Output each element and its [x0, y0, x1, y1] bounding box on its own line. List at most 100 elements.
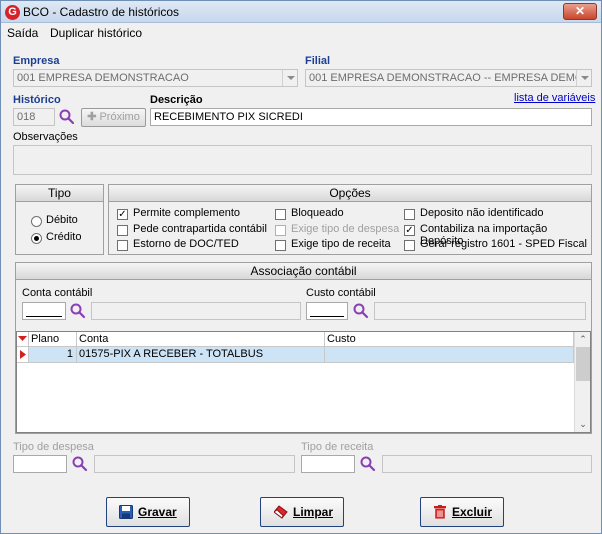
cell-plano[interactable]: 1 [29, 347, 77, 363]
field-underline [310, 316, 344, 317]
tipo-despesa-search-icon[interactable] [72, 456, 88, 472]
tipo-receita-search-icon[interactable] [360, 456, 376, 472]
tipo-receita-description-field [382, 455, 592, 473]
custo-contabil-label: Custo contábil [306, 287, 376, 299]
save-label: Gravar [138, 505, 177, 519]
delete-button[interactable]: Excluir [420, 497, 504, 527]
descricao-label: Descrição [150, 94, 203, 106]
observacoes-field[interactable] [13, 145, 592, 175]
filial-label: Filial [305, 55, 331, 67]
grid-corner[interactable] [17, 332, 29, 347]
debito-radio[interactable] [31, 216, 42, 227]
credito-radio[interactable] [31, 233, 42, 244]
gerar-registro-1601-checkbox[interactable] [404, 240, 415, 251]
descricao-input[interactable]: RECEBIMENTO PIX SICREDI [150, 108, 592, 126]
observacoes-label: Observações [13, 131, 78, 143]
tipo-despesa-code-input[interactable] [13, 455, 67, 473]
column-header-conta[interactable]: Conta [77, 332, 325, 347]
column-header-custo[interactable]: Custo [325, 332, 574, 347]
credito-label: Crédito [46, 231, 82, 243]
eraser-icon [274, 505, 288, 519]
associacao-title: Associação contábil [16, 263, 591, 280]
scroll-up-icon[interactable]: ⌃ [575, 332, 591, 346]
opcoes-group: Opções ✓ Permite complemento Pede contra… [108, 184, 592, 255]
delete-label: Excluir [452, 505, 493, 519]
estorno-doc-ted-checkbox[interactable] [117, 240, 128, 251]
gerar-registro-1601-label: Gerar registro 1601 - SPED Fiscal [420, 238, 587, 250]
historico-code-value: 018 [17, 111, 36, 123]
filial-dropdown-arrow-icon[interactable] [576, 70, 591, 86]
column-header-plano[interactable]: Plano [29, 332, 77, 347]
grid-scrollbar[interactable]: ⌃ ⌄ [574, 332, 590, 432]
historico-label: Histórico [13, 94, 61, 106]
row-indicator[interactable] [17, 347, 29, 363]
pede-contrapartida-label: Pede contrapartida contábil [133, 223, 267, 235]
custo-contabil-code-input[interactable] [306, 302, 348, 320]
deposito-nao-identificado-checkbox[interactable] [404, 209, 415, 220]
variables-list-link[interactable]: lista de variáveis [514, 92, 595, 104]
filial-select[interactable]: 001 EMPRESA DEMONSTRACAO -- EMPRESA DEMO… [305, 69, 592, 87]
save-button[interactable]: Gravar [106, 497, 190, 527]
cell-conta[interactable]: 01575-PIX A RECEBER - TOTALBUS [77, 347, 325, 363]
historico-search-icon[interactable] [59, 109, 75, 125]
clear-label: Limpar [293, 505, 334, 519]
clear-button[interactable]: Limpar [260, 497, 344, 527]
check-mark-icon: ✓ [118, 209, 127, 220]
empresa-select[interactable]: 001 EMPRESA DEMONSTRACAO [13, 69, 298, 87]
conta-contabil-code-input[interactable] [22, 302, 66, 320]
debito-label: Débito [46, 214, 78, 226]
next-label: Próximo [99, 111, 140, 123]
cell-custo[interactable] [325, 347, 574, 363]
historico-code-field[interactable]: 018 [13, 108, 55, 126]
tipo-title: Tipo [16, 185, 103, 202]
tipo-receita-code-input[interactable] [301, 455, 355, 473]
exige-tipo-receita-label: Exige tipo de receita [291, 238, 391, 250]
permite-complemento-checkbox[interactable]: ✓ [117, 209, 128, 220]
exige-tipo-receita-checkbox[interactable] [275, 240, 286, 251]
app-logo-icon: G [5, 5, 20, 20]
bloqueado-checkbox[interactable] [275, 209, 286, 220]
close-button[interactable]: ✕ [563, 3, 597, 20]
contabiliza-importacao-checkbox[interactable]: ✓ [404, 225, 415, 236]
conta-contabil-description-field [91, 302, 301, 320]
next-plus-icon: ✚ [87, 111, 97, 123]
empresa-label: Empresa [13, 55, 60, 67]
custo-search-icon[interactable] [353, 303, 369, 319]
menu-bar: Saída Duplicar histórico [1, 23, 601, 43]
empresa-value: 001 EMPRESA DEMONSTRACAO [17, 72, 189, 84]
filial-value: 001 EMPRESA DEMONSTRACAO -- EMPRESA DEMO… [309, 72, 592, 84]
menu-duplicar-historico[interactable]: Duplicar histórico [50, 26, 142, 40]
exige-tipo-despesa-label: Exige tipo de despesa [291, 223, 400, 235]
associacao-grid[interactable]: Plano Conta Custo 1 01575-PIX A RECEBER … [16, 331, 591, 433]
permite-complemento-label: Permite complemento [133, 207, 240, 219]
window-title: BCO - Cadastro de históricos [23, 5, 180, 19]
pede-contrapartida-checkbox[interactable] [117, 225, 128, 236]
exige-tipo-despesa-checkbox[interactable] [275, 225, 286, 236]
deposito-nao-identificado-label: Deposito não identificado [420, 207, 544, 219]
descricao-value: RECEBIMENTO PIX SICREDI [154, 111, 303, 123]
tipo-group: Tipo Débito Crédito [15, 184, 104, 255]
window: G BCO - Cadastro de históricos ✕ Saída D… [0, 0, 602, 534]
tipo-despesa-description-field [94, 455, 295, 473]
check-mark-icon: ✓ [405, 225, 414, 236]
associacao-group: Associação contábil Conta contábil Custo… [15, 262, 592, 434]
tipo-receita-label: Tipo de receita [301, 441, 374, 453]
current-row-arrow-icon [20, 350, 26, 359]
conta-contabil-label: Conta contábil [22, 287, 93, 299]
menu-saida[interactable]: Saída [7, 26, 38, 40]
bloqueado-label: Bloqueado [291, 207, 344, 219]
scroll-thumb[interactable] [576, 347, 590, 381]
field-underline [26, 316, 62, 317]
scroll-down-icon[interactable]: ⌄ [575, 417, 591, 431]
sort-down-icon [18, 336, 27, 341]
opcoes-title: Opções [109, 185, 591, 202]
next-button[interactable]: ✚ Próximo [81, 108, 146, 127]
title-bar: G BCO - Cadastro de históricos ✕ [1, 1, 601, 23]
trash-icon [434, 505, 446, 519]
floppy-disk-icon [119, 505, 133, 519]
empresa-dropdown-arrow-icon[interactable] [282, 70, 297, 86]
estorno-doc-ted-label: Estorno de DOC/TED [133, 238, 239, 250]
tipo-despesa-label: Tipo de despesa [13, 441, 94, 453]
custo-contabil-description-field [374, 302, 586, 320]
conta-search-icon[interactable] [70, 303, 86, 319]
